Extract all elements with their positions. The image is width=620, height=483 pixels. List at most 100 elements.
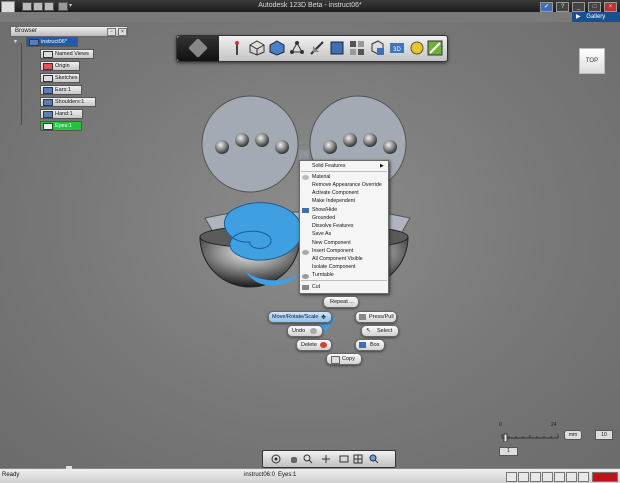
menu-item-dissolve-features[interactable]: Dissolve Features (312, 222, 354, 230)
measure-icon[interactable] (427, 40, 443, 56)
copy-icon (331, 356, 340, 364)
minimize-icon[interactable]: _ (572, 2, 585, 12)
magnifier-icon[interactable] (369, 454, 379, 464)
select-button[interactable]: ↖ Select (361, 325, 399, 337)
menu-item-activate-component[interactable]: Activate Component (312, 189, 359, 197)
status-icon-3[interactable] (530, 472, 541, 482)
status-ready: Ready (2, 472, 20, 478)
snap-value-field[interactable]: 10 (595, 430, 613, 440)
browser-item-ears[interactable]: Ears:1 (40, 85, 82, 95)
move-icon: ✥ (321, 315, 327, 321)
status-icon-6[interactable] (566, 472, 577, 482)
grid-icon[interactable] (353, 454, 363, 464)
view-style-icon[interactable] (339, 454, 349, 464)
chevron-right-icon: ▶ (576, 14, 581, 20)
tree-connector (21, 43, 22, 125)
visibility-icon (43, 99, 53, 106)
browser-root-node[interactable]: instruct06* (26, 37, 78, 47)
menu-item-make-independent[interactable]: Make Independent (312, 197, 355, 205)
menu-item-insert-component[interactable]: Insert Component (312, 247, 353, 255)
delete-button[interactable]: Delete (296, 339, 332, 351)
grouping-icon[interactable] (349, 40, 365, 56)
browser-item-origin[interactable]: Origin (40, 61, 80, 71)
move-rotate-scale-button[interactable]: Move/Rotate/Scale ✥ (268, 311, 332, 323)
copy-button[interactable]: Copy (326, 353, 362, 365)
scissors-icon (302, 285, 309, 290)
insert-icon (302, 250, 309, 255)
material-icon (302, 175, 309, 180)
menu-item-material[interactable]: Material (312, 173, 330, 181)
menu-item-solid-features[interactable]: Solid Features (312, 162, 345, 170)
undo-arrow-icon (310, 328, 317, 334)
grid-value-field[interactable]: 1 (499, 447, 518, 456)
press-pull-icon (359, 314, 366, 320)
browser-item-named-views[interactable]: Named Views (40, 49, 94, 59)
menu-item-isolate-component[interactable]: Isolate Component (312, 263, 356, 271)
construct-icon[interactable] (289, 40, 305, 56)
status-icon-1[interactable] (506, 472, 517, 482)
fit-icon[interactable] (321, 454, 331, 464)
panel-close-icon[interactable]: × (118, 28, 127, 36)
menu-item-save-as[interactable]: Save As (312, 230, 331, 238)
turntable-icon (302, 274, 309, 279)
3d-print-icon[interactable]: 3D (389, 40, 405, 56)
primitives-icon[interactable] (249, 40, 265, 56)
pan-hand-icon[interactable] (289, 454, 299, 464)
browser-item-eyes[interactable]: Eyes:1 (40, 121, 82, 131)
box-button[interactable]: Box (355, 339, 385, 351)
press-pull-button[interactable]: Press/Pull (355, 311, 397, 323)
status-icon-5[interactable] (554, 472, 565, 482)
view-cube[interactable]: TOP (579, 48, 605, 74)
combine-icon[interactable] (369, 40, 385, 56)
community-icon[interactable]: ✔ (540, 2, 553, 12)
browser-item-shoulders[interactable]: Shoulders:1 (40, 97, 96, 107)
visibility-icon (43, 87, 53, 94)
maximize-icon[interactable]: □ (588, 2, 601, 12)
menu-item-remove-appearance-override[interactable]: Remove Appearance Override (312, 181, 382, 189)
toolbar-grip (177, 36, 219, 61)
submenu-arrow-icon: ▶ (380, 163, 384, 169)
menu-item-all-component-visible[interactable]: All Component Visible (312, 255, 363, 263)
sketch-tools-icon[interactable] (269, 40, 285, 56)
resize-grip[interactable] (66, 466, 72, 469)
unit-selector[interactable]: mm (564, 430, 582, 440)
status-icon-7[interactable] (578, 472, 589, 482)
autodesk-logo-icon (592, 472, 618, 482)
pin-icon[interactable]: ▫ (107, 28, 116, 36)
collapse-icon[interactable]: ▾ (14, 38, 22, 46)
app-logo-icon (188, 38, 208, 58)
pattern-icon[interactable] (329, 40, 345, 56)
navigation-bar (262, 450, 396, 468)
menu-item-new-component[interactable]: New Component (312, 239, 351, 247)
status-icon-4[interactable] (542, 472, 553, 482)
browser-item-sketches[interactable]: Sketches (40, 73, 80, 83)
gallery-button[interactable]: ▶ Gallery (572, 12, 620, 22)
close-icon[interactable]: × (604, 2, 617, 12)
undo-button[interactable]: Undo (287, 325, 323, 337)
transform-icon[interactable] (229, 40, 245, 56)
visibility-icon (43, 123, 53, 130)
modify-icon[interactable] (309, 40, 325, 56)
sketch-icon (43, 75, 53, 82)
zoom-icon[interactable] (303, 454, 313, 464)
eye-icon (302, 208, 309, 213)
repeat-button[interactable]: Repeat ... (323, 296, 359, 308)
grid-scale-ruler[interactable] (500, 430, 560, 442)
status-icon-2[interactable] (518, 472, 529, 482)
grid-tick-start: 0 (499, 422, 502, 428)
grid-tick-end: 24 (551, 422, 557, 428)
box-icon (359, 342, 366, 348)
browser-item-hand[interactable]: Hand:1 (40, 109, 83, 119)
document-icon (29, 39, 39, 46)
grid-slider-handle[interactable] (503, 433, 508, 442)
camera-icon (43, 51, 53, 58)
help-icon[interactable]: ? (556, 2, 569, 12)
menu-item-cut[interactable]: Cut (312, 283, 320, 291)
menu-item-show-hide[interactable]: Show/Hide (312, 206, 337, 214)
main-toolbar: 3D (176, 35, 448, 62)
status-document: instruct06:0 (244, 472, 276, 478)
orbit-icon[interactable] (271, 454, 281, 464)
menu-item-turntable[interactable]: Turntable (312, 271, 334, 279)
material-icon[interactable] (409, 40, 425, 56)
menu-item-grounded[interactable]: Grounded (312, 214, 335, 222)
